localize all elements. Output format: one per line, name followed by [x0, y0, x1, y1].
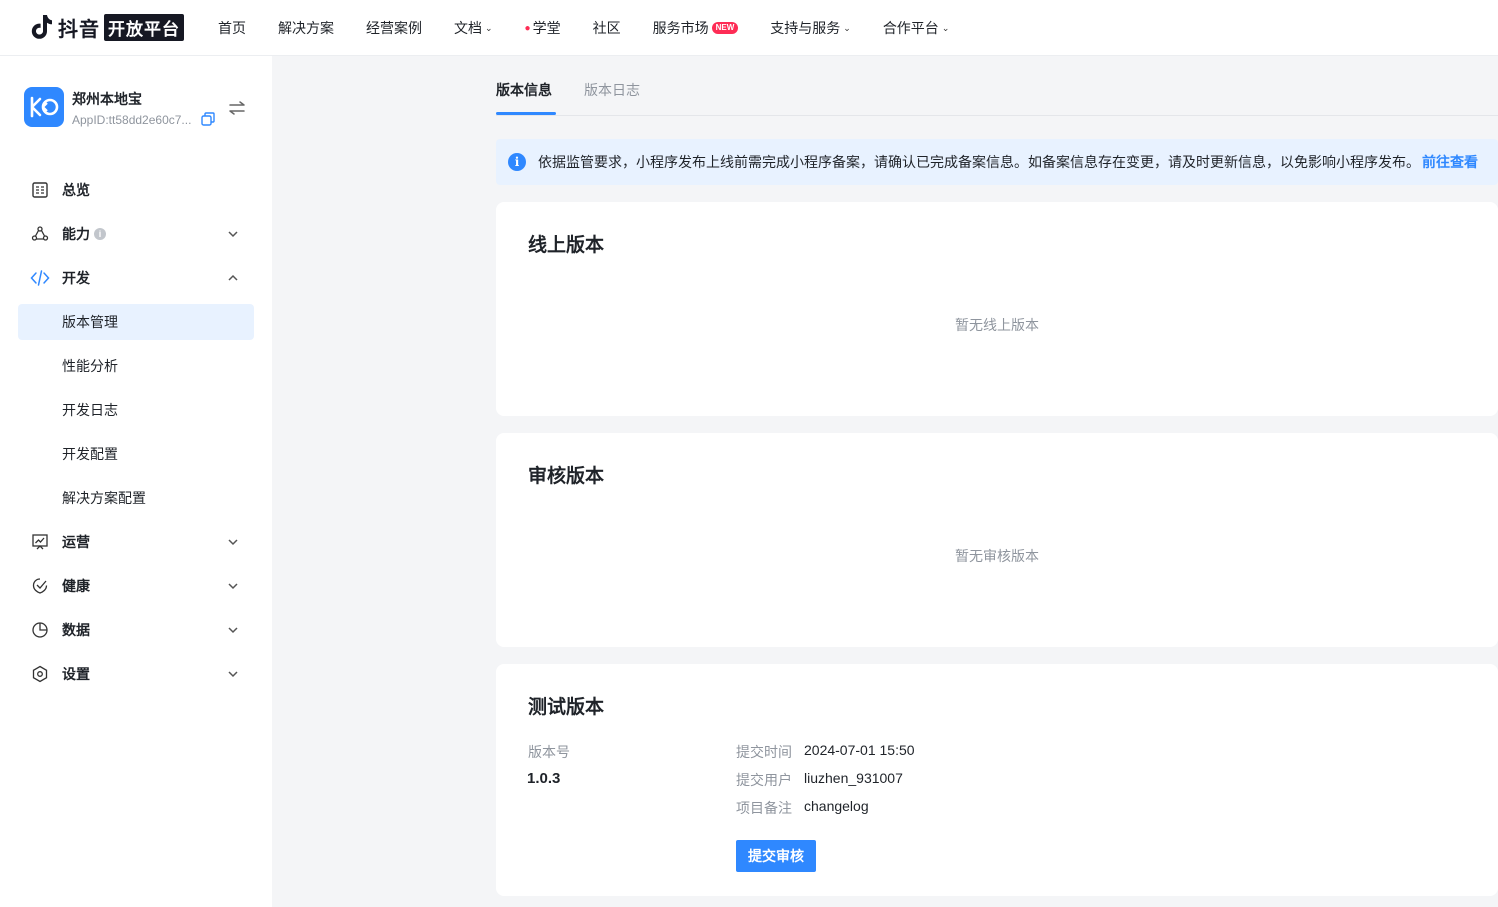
nav-partners[interactable]: 合作平台 ⌄: [883, 18, 950, 38]
douyin-open-platform-logo[interactable]: 抖音 开放平台: [30, 12, 184, 42]
switch-app-icon[interactable]: [228, 99, 246, 117]
nav-marketplace[interactable]: 服务市场 NEW: [653, 18, 739, 38]
card-title: 测试版本: [528, 697, 605, 718]
chevron-down-icon: ⌄: [843, 22, 851, 33]
code-icon: [30, 268, 50, 288]
info-icon: i: [508, 153, 526, 171]
copy-icon[interactable]: [200, 111, 216, 127]
app-id: AppID:tt58dd2e60c7...: [72, 113, 192, 127]
chevron-up-icon: [228, 274, 238, 281]
health-icon: [30, 576, 50, 596]
nav-solutions[interactable]: 解决方案: [278, 18, 334, 38]
sidebar-item-label: 数据: [62, 622, 90, 638]
sidebar-item-ability[interactable]: 能力 i: [18, 216, 254, 252]
nav-label: 解决方案: [278, 20, 334, 36]
nav-label: 经营案例: [366, 20, 422, 36]
version-number-label: 版本号: [528, 744, 570, 760]
sidebar-item-develop[interactable]: 开发: [18, 260, 254, 296]
active-tab-indicator: [496, 112, 556, 115]
chevron-down-icon: [228, 539, 238, 546]
fire-icon: ●: [524, 22, 531, 34]
brand-badge: 开放平台: [104, 13, 184, 41]
new-badge: NEW: [711, 22, 739, 34]
chevron-down-icon: ⌄: [485, 22, 493, 33]
nav-label: 学堂: [532, 20, 561, 36]
ability-icon: [30, 224, 50, 244]
main-nav: 首页 解决方案 经营案例 文档 ⌄ ● 学堂 社区 服务市场 NEW 支持与服务 ⌄ 合…: [218, 0, 981, 56]
sidebar-item-operate[interactable]: 运营: [18, 524, 254, 560]
nav-label: 社区: [592, 20, 621, 36]
submit-review-button[interactable]: 提交审核: [736, 840, 816, 872]
review-version-card: 审核版本 暂无审核版本: [496, 433, 1498, 647]
sidebar-item-data[interactable]: 数据: [18, 612, 254, 648]
app-name: 郑州本地宝: [72, 91, 142, 107]
sidebar-menu: 总览 能力 i 开发 版本管理 性能分析 开发日志 开发配置 解决方案配置 运营: [18, 172, 254, 700]
top-navigation-bar: 抖音 开放平台 首页 解决方案 经营案例 文档 ⌄ ● 学堂 社区 服务市场 NEW …: [0, 0, 1498, 56]
submit-user-value: liuzhen_931007: [804, 770, 903, 786]
notice-link[interactable]: 前往查看: [1422, 152, 1478, 172]
sidebar-item-label: 能力: [62, 226, 90, 242]
submit-time-value: 2024-07-01 15:50: [804, 742, 915, 758]
nav-label: 合作平台: [882, 20, 939, 36]
sidebar-item-label: 开发: [62, 270, 90, 286]
app-logo-icon: [24, 87, 64, 127]
version-number: 1.0.3: [527, 770, 561, 787]
chart-board-icon: [30, 532, 50, 552]
chevron-down-icon: ⌄: [941, 22, 950, 33]
chevron-down-icon: [228, 583, 238, 590]
tab-version-log[interactable]: 版本日志: [584, 80, 640, 100]
sidebar-item-dev-config[interactable]: 开发配置: [18, 436, 254, 472]
nav-support[interactable]: 支持与服务 ⌄: [770, 18, 851, 38]
sidebar-item-label: 总览: [62, 182, 90, 198]
info-icon[interactable]: i: [94, 228, 106, 240]
tab-version-info[interactable]: 版本信息: [496, 80, 552, 100]
filing-notice-banner: i 依据监管要求，小程序发布上线前需完成小程序备案，请确认已完成备案信息。如备案…: [496, 139, 1498, 185]
version-tabs: 版本信息 版本日志: [496, 56, 1498, 116]
sidebar-item-health[interactable]: 健康: [18, 568, 254, 604]
submit-user-label: 提交用户: [736, 772, 792, 788]
sidebar-item-label: 健康: [62, 578, 90, 594]
gear-icon: [30, 664, 50, 684]
chevron-down-icon: [228, 231, 238, 238]
card-title: 线上版本: [528, 235, 605, 256]
nav-label: 文档: [454, 20, 482, 36]
empty-state-text: 暂无审核版本: [955, 548, 1039, 564]
submit-time-label: 提交时间: [736, 744, 792, 760]
nav-home[interactable]: 首页: [218, 18, 246, 38]
chevron-down-icon: [228, 671, 238, 678]
brand-name: 抖音: [58, 18, 100, 41]
empty-state-text: 暂无线上版本: [955, 317, 1039, 333]
nav-academy[interactable]: ● 学堂: [525, 18, 561, 38]
nav-community[interactable]: 社区: [593, 18, 621, 38]
dashboard-icon: [30, 180, 50, 200]
sidebar-item-dev-log[interactable]: 开发日志: [18, 392, 254, 428]
nav-docs[interactable]: 文档 ⌄: [454, 18, 493, 38]
app-card: 郑州本地宝 AppID:tt58dd2e60c7...: [24, 87, 254, 131]
project-note-label: 项目备注: [736, 800, 792, 816]
chevron-down-icon: [228, 627, 238, 634]
nav-cases[interactable]: 经营案例: [366, 18, 422, 38]
sidebar-item-performance[interactable]: 性能分析: [18, 348, 254, 384]
sidebar-item-overview[interactable]: 总览: [18, 172, 254, 208]
sidebar-item-label: 运营: [62, 534, 90, 550]
notice-text: 依据监管要求，小程序发布上线前需完成小程序备案，请确认已完成备案信息。如备案信息…: [538, 154, 1420, 170]
sidebar: 郑州本地宝 AppID:tt58dd2e60c7... 总览 能力 i 开发 版…: [0, 56, 272, 907]
sidebar-item-settings[interactable]: 设置: [18, 656, 254, 692]
douyin-logo-icon: [31, 15, 52, 39]
sidebar-item-solution-config[interactable]: 解决方案配置: [18, 480, 254, 516]
sidebar-item-version-management[interactable]: 版本管理: [18, 304, 254, 340]
nav-label: 服务市场: [652, 20, 709, 36]
nav-label: 首页: [218, 20, 246, 36]
test-version-card: 测试版本 版本号 1.0.3 提交时间 2024-07-01 15:50 提交用…: [496, 664, 1498, 896]
pie-chart-icon: [30, 620, 50, 640]
sidebar-item-label: 设置: [62, 666, 90, 682]
project-note-value: changelog: [804, 798, 869, 814]
nav-label: 支持与服务: [770, 20, 841, 36]
card-title: 审核版本: [528, 466, 605, 487]
online-version-card: 线上版本 暂无线上版本: [496, 202, 1498, 416]
